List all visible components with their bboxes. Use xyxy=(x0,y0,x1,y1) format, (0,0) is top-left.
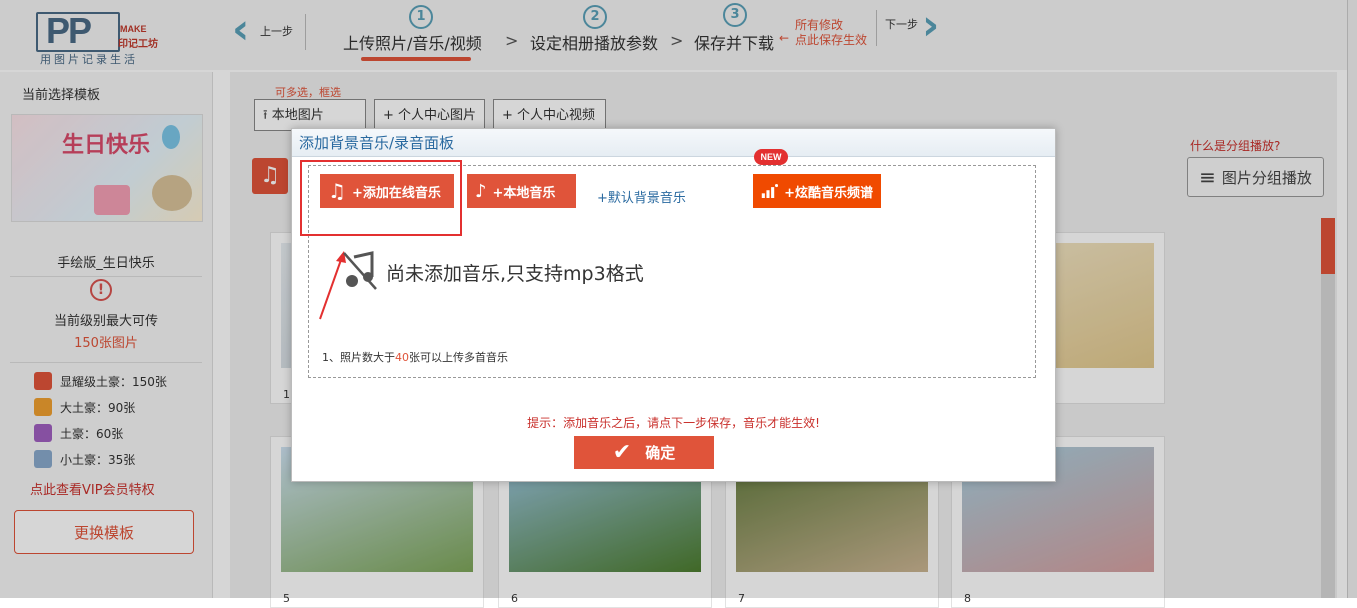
default-music-link[interactable]: +默认背景音乐 xyxy=(597,187,686,206)
music-panel-dialog: 添加背景音乐/录音面板 ♫ +添加在线音乐 ♪ +本地音乐 +默认背景音乐 NE… xyxy=(291,128,1056,482)
no-music-message: 尚未添加音乐,只支持mp3格式 xyxy=(386,263,644,285)
music-spectrum-button[interactable]: +炫酷音乐频谱 xyxy=(753,174,881,208)
no-music-icon xyxy=(343,251,377,290)
upload-note: 1、照片数大于40张可以上传多首音乐 xyxy=(322,351,508,364)
new-badge: NEW xyxy=(754,149,788,165)
dialog-title: 添加背景音乐/录音面板 xyxy=(292,129,1055,157)
add-local-music-button[interactable]: ♪ +本地音乐 xyxy=(467,174,576,208)
music-note-icon: ♫ xyxy=(328,179,346,203)
signal-bars-icon xyxy=(761,184,779,198)
save-tip: 提示：添加音乐之后，请点下一步保存，音乐才能生效! xyxy=(527,416,820,430)
add-online-music-button[interactable]: ♫ +添加在线音乐 xyxy=(320,174,454,208)
confirm-button[interactable]: ✔ 确定 xyxy=(574,436,714,469)
music-note-icon: ♪ xyxy=(475,180,487,202)
checkmark-icon: ✔ xyxy=(612,440,632,465)
